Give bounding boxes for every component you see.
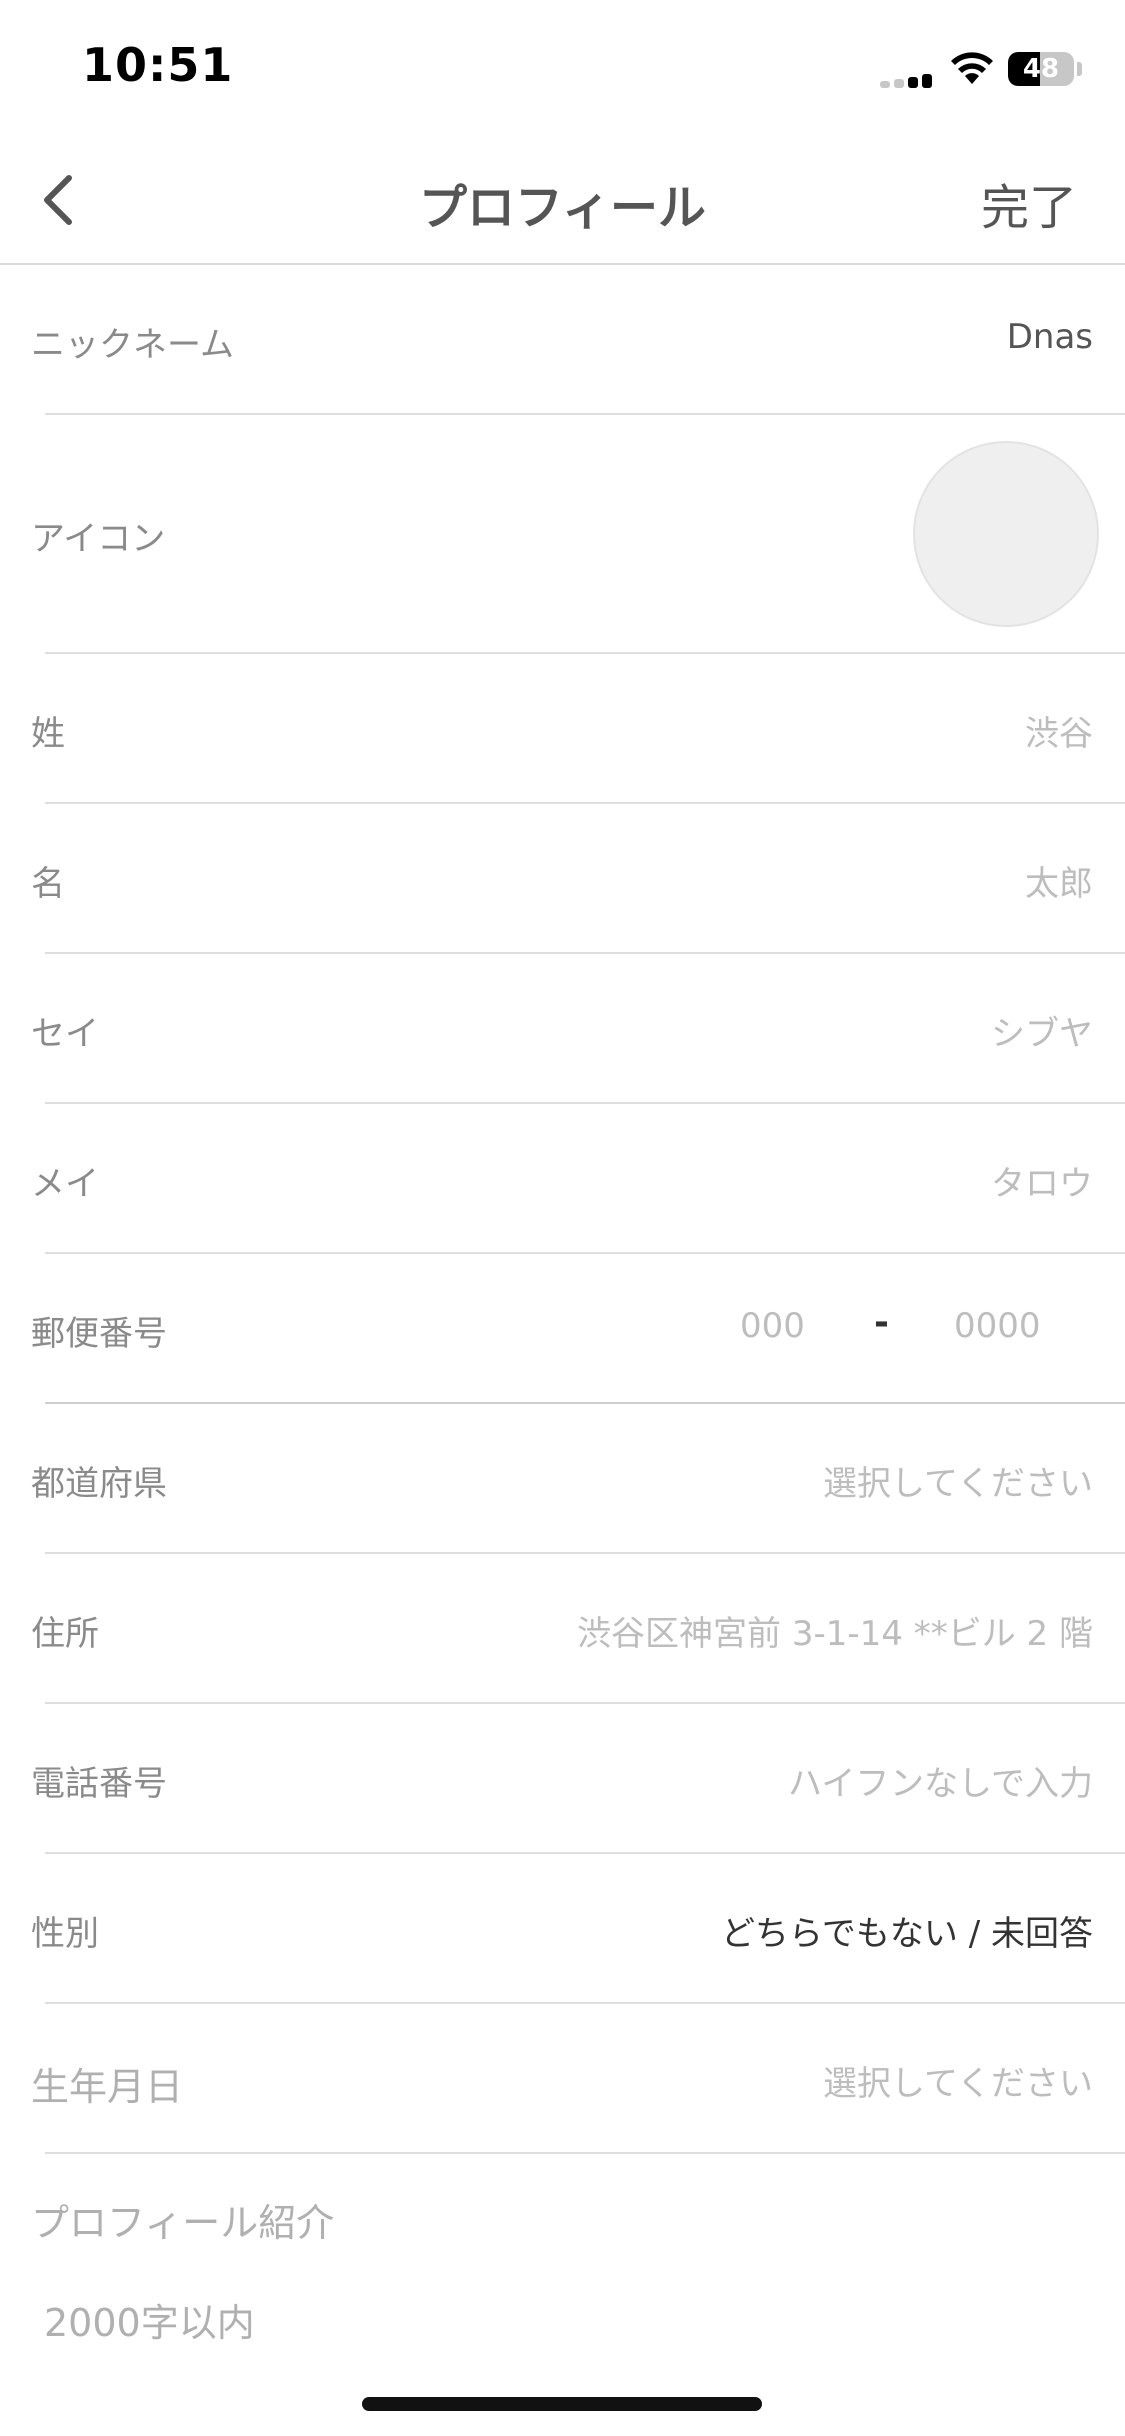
nickname-row[interactable]: ニックネーム Dnas <box>0 267 1125 415</box>
gender-row[interactable]: 性別 どちらでもない / 未回答 <box>0 1854 1125 2004</box>
wifi-icon <box>951 52 993 84</box>
avatar[interactable] <box>913 441 1099 627</box>
address-row[interactable]: 住所 渋谷区神宮前 3-1-14 **ビル 2 階 <box>0 1554 1125 1704</box>
phone-input[interactable]: ハイフンなしで入力 <box>788 1756 1093 1805</box>
home-indicator[interactable] <box>362 2397 762 2411</box>
phone-label: 電話番号 <box>31 1764 167 1804</box>
postal-code-separator: - <box>874 1302 889 1343</box>
back-button[interactable] <box>28 170 88 230</box>
birthday-select[interactable]: 選択してください <box>823 2056 1093 2105</box>
icon-row[interactable]: アイコン <box>0 415 1125 654</box>
postal-code-first-input[interactable]: 000 <box>740 1306 805 1346</box>
divider <box>45 2152 1125 2154</box>
last-name-row[interactable]: 姓 渋谷 <box>0 654 1125 804</box>
first-name-label: 名 <box>31 864 65 904</box>
gender-label: 性別 <box>31 1914 99 1954</box>
last-name-kana-label: セイ <box>31 1014 99 1054</box>
birthday-row[interactable]: 生年月日 選択してください <box>0 2004 1125 2154</box>
birthday-label: 生年月日 <box>31 2065 184 2109</box>
prefecture-label: 都道府県 <box>31 1464 167 1504</box>
battery-level-text: 48 <box>1022 54 1060 84</box>
address-label: 住所 <box>31 1614 99 1654</box>
page-title: プロフィール <box>418 180 707 236</box>
bio-textarea[interactable]: 2000字以内 <box>44 2292 255 2347</box>
first-name-kana-row[interactable]: メイ タロウ <box>0 1104 1125 1254</box>
phone-row[interactable]: 電話番号 ハイフンなしで入力 <box>0 1704 1125 1854</box>
battery-tip <box>1077 62 1082 76</box>
nickname-label: ニックネーム <box>31 325 234 365</box>
cellular-signal-icon <box>880 74 932 88</box>
chevron-left-icon <box>44 175 72 225</box>
last-name-input[interactable]: 渋谷 <box>1025 706 1093 755</box>
bio-label: プロフィール紹介 <box>31 2201 335 2245</box>
postal-code-second-input[interactable]: 0000 <box>954 1306 1041 1346</box>
done-button[interactable]: 完了 <box>981 168 1077 238</box>
postal-code-label: 郵便番号 <box>31 1314 167 1354</box>
navigation-bar: プロフィール 完了 <box>0 140 1125 265</box>
first-name-kana-input[interactable]: タロウ <box>991 1156 1093 1205</box>
address-input[interactable]: 渋谷区神宮前 3-1-14 **ビル 2 階 <box>577 1606 1093 1655</box>
postal-code-row: 郵便番号 000 - 0000 <box>0 1254 1125 1404</box>
last-name-label: 姓 <box>31 714 65 754</box>
icon-label: アイコン <box>31 519 166 559</box>
nickname-input[interactable]: Dnas <box>1007 317 1093 357</box>
first-name-input[interactable]: 太郎 <box>1025 856 1093 905</box>
first-name-row[interactable]: 名 太郎 <box>0 804 1125 954</box>
status-time: 10:51 <box>82 38 234 92</box>
battery-icon: 48 <box>1008 52 1074 86</box>
prefecture-row[interactable]: 都道府県 選択してください <box>0 1404 1125 1554</box>
first-name-kana-label: メイ <box>31 1164 99 1204</box>
status-bar: 10:51 48 <box>0 0 1125 140</box>
last-name-kana-row[interactable]: セイ シブヤ <box>0 954 1125 1104</box>
prefecture-select[interactable]: 選択してください <box>823 1456 1093 1505</box>
gender-select[interactable]: どちらでもない / 未回答 <box>721 1906 1093 1955</box>
last-name-kana-input[interactable]: シブヤ <box>991 1006 1093 1055</box>
